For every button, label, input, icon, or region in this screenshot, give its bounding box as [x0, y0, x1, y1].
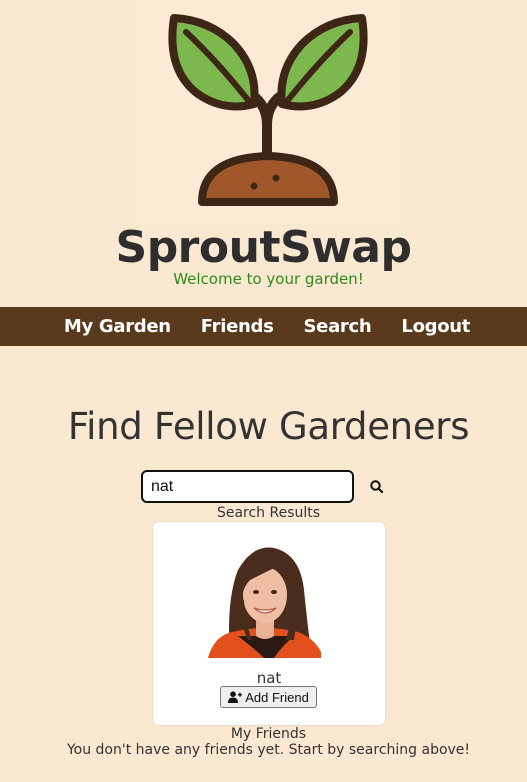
nav-search[interactable]: Search — [304, 316, 372, 337]
avatar — [208, 540, 321, 658]
search-input[interactable] — [141, 470, 354, 503]
add-friend-label: Add Friend — [245, 689, 309, 705]
result-username: nat — [256, 669, 282, 687]
search-icon — [370, 480, 384, 494]
page-title: Find Fellow Gardeners — [67, 405, 470, 448]
tagline: Welcome to your garden! — [173, 270, 364, 288]
user-result-card: nat Add Friend — [153, 522, 385, 725]
my-friends-label: My Friends — [230, 726, 307, 742]
sprout-logo — [136, 0, 401, 222]
nav-friends[interactable]: Friends — [201, 316, 274, 337]
search-results-label: Search Results — [216, 505, 321, 521]
main-nav: My Garden Friends Search Logout — [0, 307, 527, 346]
friends-empty-message: You don't have any friends yet. Start by… — [66, 742, 471, 758]
user-plus-icon — [228, 691, 243, 703]
search-button[interactable] — [366, 476, 388, 498]
add-friend-button[interactable]: Add Friend — [220, 686, 317, 708]
brand-title: SproutSwap — [115, 222, 413, 273]
nav-logout[interactable]: Logout — [401, 316, 470, 337]
sprout-logo-icon — [168, 14, 368, 206]
nav-my-garden[interactable]: My Garden — [64, 316, 171, 337]
